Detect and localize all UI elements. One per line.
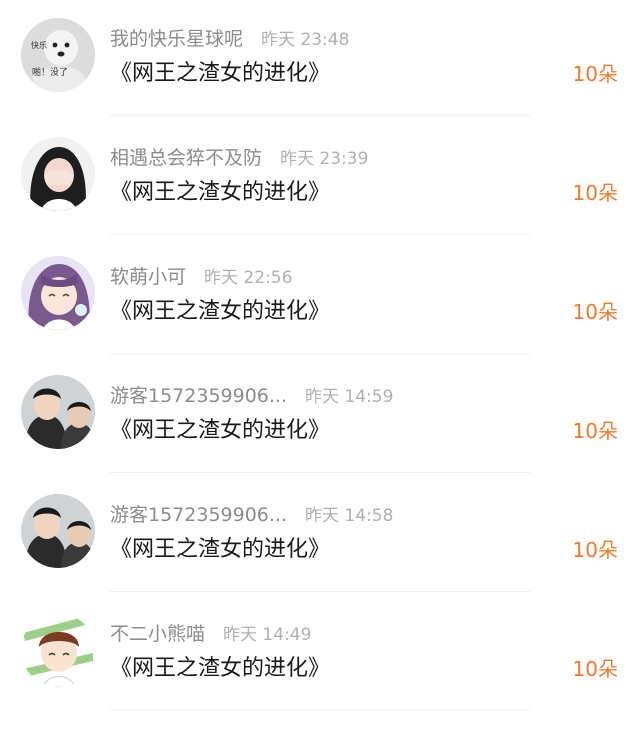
timestamp: 昨天 23:39 [280,148,369,169]
avatar[interactable] [21,375,95,449]
avatar[interactable] [21,256,95,330]
dog-meme-avatar-image: 快乐 啪！没了 [21,18,95,92]
list-item[interactable]: 软萌小可 昨天 22:56 《网王之渣女的进化》 10朵 [0,238,640,357]
timestamp: 昨天 14:49 [223,624,312,645]
timestamp: 昨天 22:56 [204,267,293,288]
username[interactable]: 游客1572359906... [110,381,287,408]
anime-boy-avatar-image [21,613,95,687]
avatar[interactable] [21,613,95,687]
timestamp: 昨天 14:58 [305,505,394,526]
timestamp: 昨天 23:48 [261,29,350,50]
list-item[interactable]: 游客1572359906... 昨天 14:59 《网王之渣女的进化》 10朵 [0,357,640,476]
username[interactable]: 相遇总会猝不及防 [110,143,262,170]
two-boys-avatar-image [21,494,95,568]
list-item[interactable]: 游客1572359906... 昨天 14:58 《网王之渣女的进化》 10朵 [0,476,640,595]
book-title[interactable]: 《网王之渣女的进化》 [110,55,330,87]
avatar[interactable] [21,494,95,568]
username[interactable]: 我的快乐星球呢 [110,24,243,51]
timestamp: 昨天 14:59 [305,386,394,407]
list-item[interactable]: 相遇总会猝不及防 昨天 23:39 《网王之渣女的进化》 10朵 [0,119,640,238]
gift-count: 10朵 [572,538,618,562]
anime-girl-avatar-image [21,256,95,330]
record-meta: 游客1572359906... 昨天 14:59 [110,380,393,408]
avatar-text: 啪！没了 [32,66,68,78]
book-title[interactable]: 《网王之渣女的进化》 [110,531,330,563]
gift-count: 10朵 [572,300,618,324]
list-item[interactable]: 不二小熊喵 昨天 14:49 《网王之渣女的进化》 10朵 [0,595,640,714]
girl-avatar-image [21,137,95,211]
gift-count: 10朵 [572,657,618,681]
gift-count: 10朵 [572,419,618,443]
gift-count: 10朵 [572,181,618,205]
record-meta: 不二小熊喵 昨天 14:49 [110,618,311,646]
book-title[interactable]: 《网王之渣女的进化》 [110,293,330,325]
record-meta: 相遇总会猝不及防 昨天 23:39 [110,142,368,170]
avatar[interactable]: 快乐 啪！没了 [21,18,95,92]
username[interactable]: 软萌小可 [110,262,186,289]
book-title[interactable]: 《网王之渣女的进化》 [110,650,330,682]
book-title[interactable]: 《网王之渣女的进化》 [110,174,330,206]
gift-count: 10朵 [572,62,618,86]
username[interactable]: 不二小熊喵 [110,619,205,646]
book-title[interactable]: 《网王之渣女的进化》 [110,412,330,444]
gift-record-list: 快乐 啪！没了 我的快乐星球呢 昨天 23:48 《网王之渣女的进化》 10朵 … [0,0,640,729]
username[interactable]: 游客1572359906... [110,500,287,527]
record-meta: 我的快乐星球呢 昨天 23:48 [110,23,349,51]
list-item[interactable]: 快乐 啪！没了 我的快乐星球呢 昨天 23:48 《网王之渣女的进化》 10朵 [0,0,640,119]
avatar-text: 快乐 [31,40,47,50]
avatar[interactable] [21,137,95,211]
record-meta: 软萌小可 昨天 22:56 [110,261,292,289]
record-meta: 游客1572359906... 昨天 14:58 [110,499,393,527]
two-boys-avatar-image [21,375,95,449]
